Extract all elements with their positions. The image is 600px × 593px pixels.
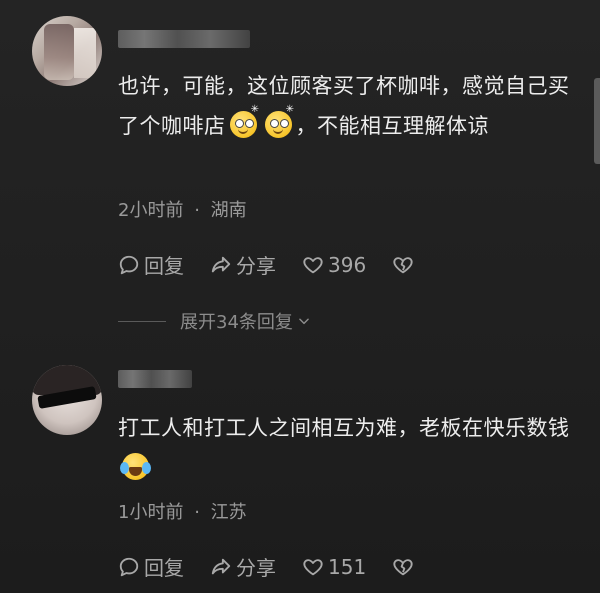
meta-separator: · [194, 502, 200, 523]
avatar-image-highlight [74, 28, 96, 78]
comment-location: 江苏 [210, 502, 247, 523]
share-button[interactable]: 分享 [210, 552, 276, 581]
reply-button[interactable]: 回复 [118, 250, 184, 279]
reply-label: 回复 [144, 556, 184, 580]
dislike-button[interactable] [392, 556, 414, 578]
heart-icon [303, 558, 323, 575]
comment-actions: 回复 分享 151 [118, 552, 440, 581]
dislike-button[interactable] [392, 254, 414, 276]
comment-meta: 2小时前 · 湖南 [118, 196, 247, 222]
comment-text: 打工人和打工人之间相互为难，老板在快乐数钱 [118, 408, 573, 488]
broken-heart-icon [393, 558, 413, 575]
smiling-sparkle-emoji: ✳ [229, 105, 259, 138]
share-arrow-icon [211, 558, 231, 574]
scrollbar[interactable] [594, 78, 600, 164]
comment-actions: 回复 分享 396 [118, 250, 440, 279]
comment-text: 也许，可能，这位顾客买了杯咖啡，感觉自己买了个咖啡店 ✳ ✳ ，不能相互理解体谅 [118, 66, 573, 146]
comment-bubble-icon [119, 557, 139, 576]
like-count: 151 [328, 554, 367, 579]
broken-heart-icon [393, 256, 413, 273]
comment-time: 1小时前 [118, 502, 184, 523]
reply-label: 回复 [144, 254, 184, 278]
reply-button[interactable]: 回复 [118, 552, 184, 581]
share-label: 分享 [236, 556, 276, 580]
chevron-down-icon [299, 318, 309, 325]
comment-time: 2小时前 [118, 200, 184, 221]
like-button[interactable]: 151 [302, 555, 366, 579]
comment-meta: 1小时前 · 江苏 [118, 498, 247, 524]
expand-replies-label: 展开34条回复 [180, 312, 293, 333]
crying-laughing-emoji [120, 453, 151, 480]
share-button[interactable]: 分享 [210, 250, 276, 279]
comment-location: 湖南 [210, 200, 247, 221]
avatar[interactable] [32, 365, 102, 435]
expand-replies-button[interactable]: 展开34条回复 [118, 308, 311, 334]
expand-divider [118, 320, 166, 322]
comment-text-part1: 打工人和打工人之间相互为难，老板在快乐数钱 [118, 416, 570, 440]
username-blurred[interactable] [118, 30, 250, 48]
comment-text-part2: ，不能相互理解体谅 [295, 114, 489, 138]
heart-icon [303, 256, 323, 273]
meta-separator: · [194, 200, 200, 221]
share-label: 分享 [236, 254, 276, 278]
avatar-image-shade [44, 24, 74, 80]
comment-bubble-icon [119, 255, 139, 274]
like-count: 396 [328, 252, 367, 277]
username-blurred[interactable] [118, 370, 192, 388]
share-arrow-icon [211, 256, 231, 272]
smiling-sparkle-emoji: ✳ [264, 105, 294, 138]
like-button[interactable]: 396 [302, 253, 366, 277]
avatar[interactable] [32, 16, 102, 86]
